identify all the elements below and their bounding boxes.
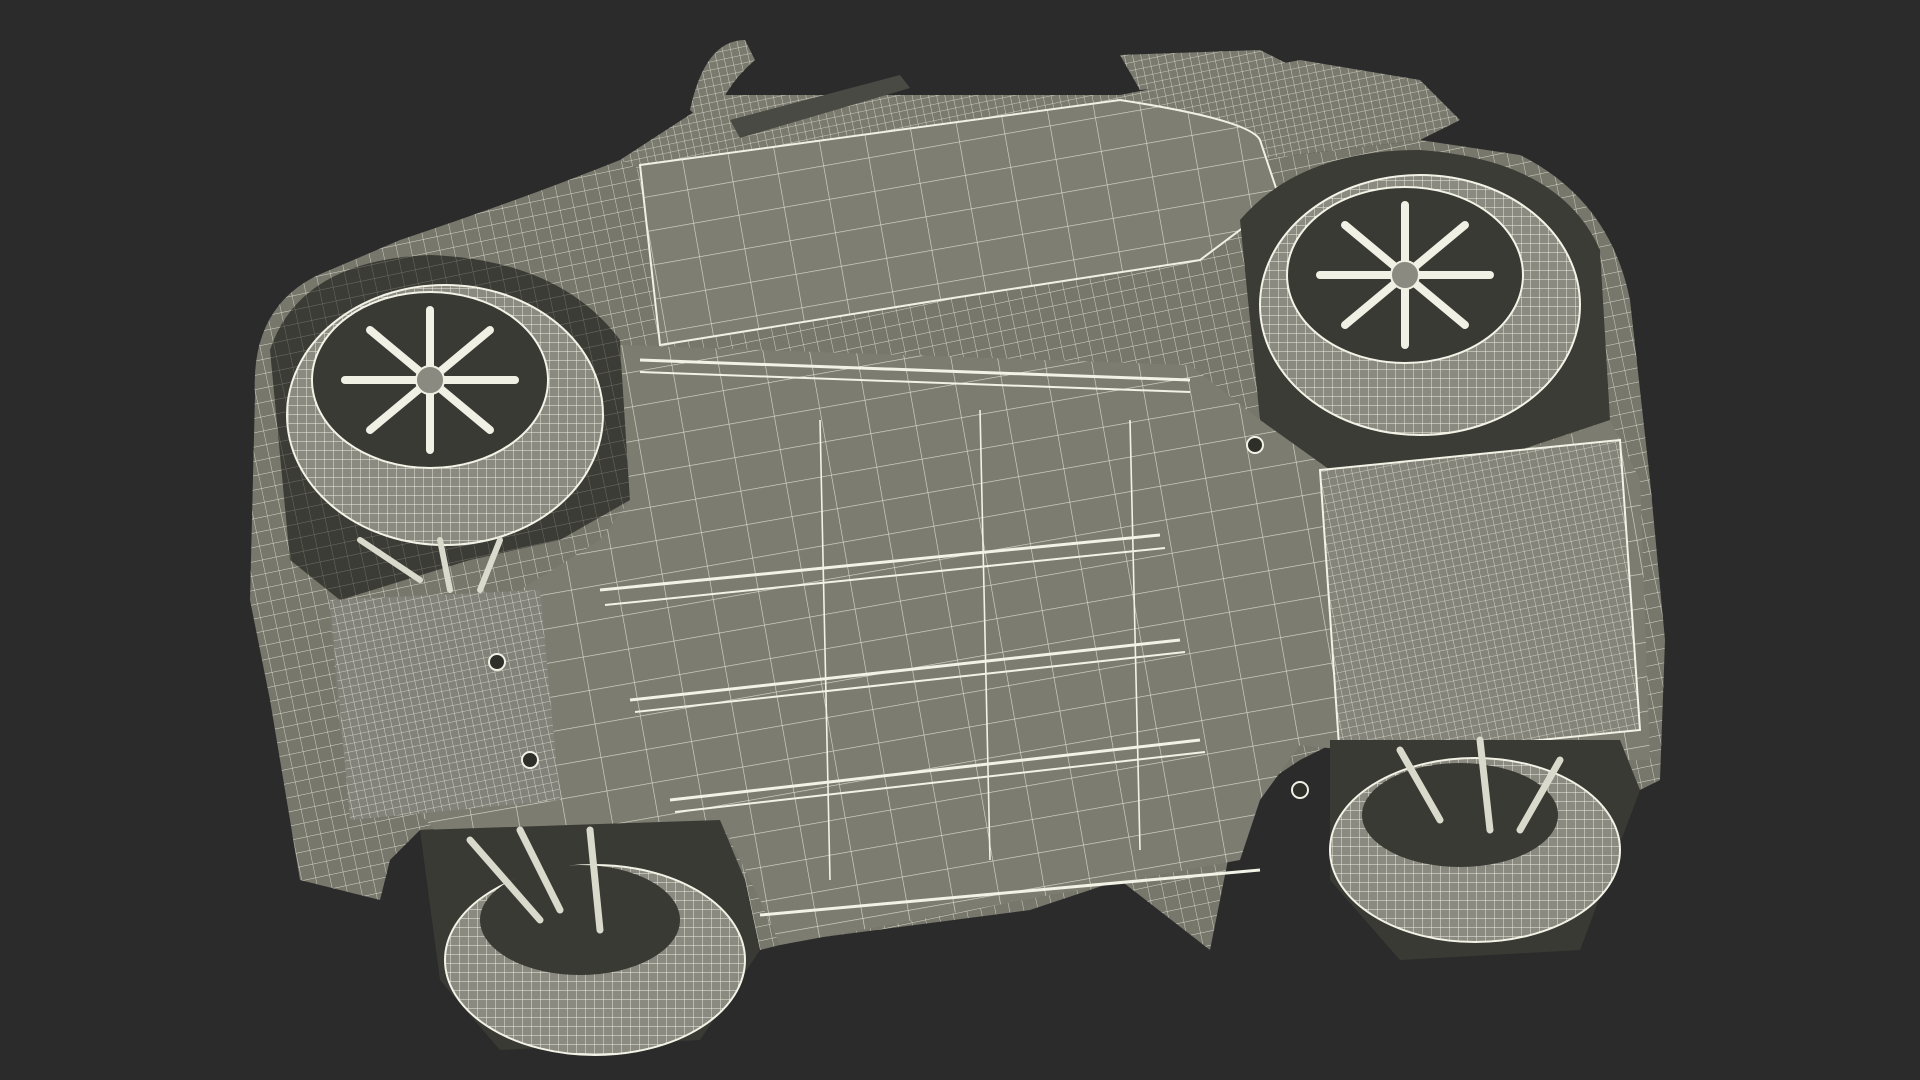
front-right-wheel bbox=[420, 820, 760, 1056]
rear-right-wheel bbox=[1259, 174, 1581, 436]
car-underside-wireframe bbox=[250, 40, 1665, 1056]
front-left-wheel bbox=[286, 284, 604, 546]
render-viewport bbox=[0, 0, 1920, 1080]
rear-left-wheel bbox=[1329, 736, 1640, 960]
